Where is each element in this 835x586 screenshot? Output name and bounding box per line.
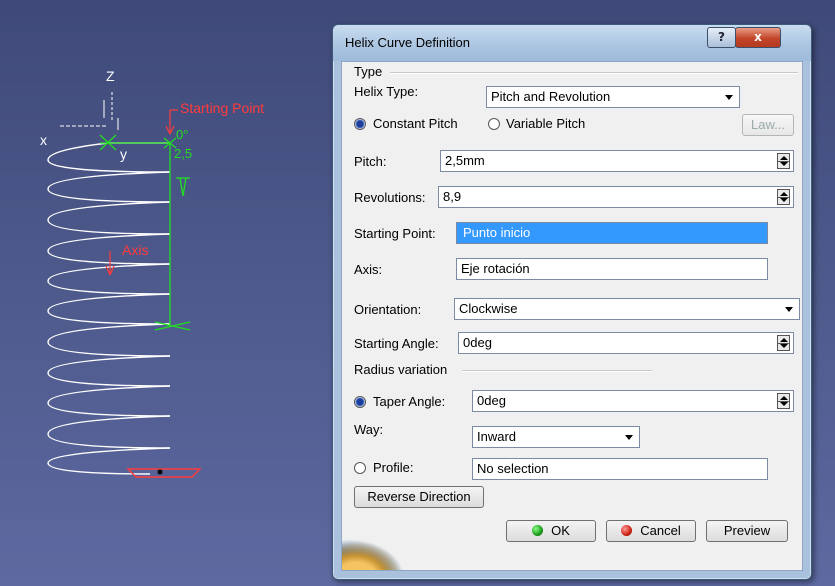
revolutions-spinner[interactable] [777, 189, 790, 205]
way-select[interactable]: Inward [472, 426, 640, 448]
taper-angle-label: Taper Angle: [373, 394, 446, 409]
profile-value: No selection [477, 461, 549, 476]
axis-value: Eje rotación [461, 261, 530, 276]
radius-variation-divider [462, 370, 652, 372]
dialog-body: Type Helix Type: Pitch and Revolution Co… [341, 61, 803, 571]
constant-pitch-label: Constant Pitch [373, 116, 458, 131]
axis-system [60, 92, 119, 130]
axis-field[interactable]: Eje rotación [456, 258, 768, 280]
starting-point-label: Starting Point: [354, 226, 436, 241]
starting-angle-field[interactable]: 0deg [458, 332, 794, 354]
revolutions-label: Revolutions: [354, 190, 426, 205]
way-value: Inward [477, 429, 517, 444]
law-button[interactable]: Law... [742, 114, 794, 136]
axis-annotation[interactable]: Axis [122, 242, 148, 258]
helix-coils [47, 142, 171, 475]
starting-angle-label: Starting Angle: [354, 336, 439, 351]
helix-curve-dialog: Helix Curve Definition ? x Type Helix Ty… [332, 24, 812, 580]
variable-pitch-label: Variable Pitch [506, 116, 586, 131]
profile-field[interactable]: No selection [472, 458, 768, 480]
orientation-select[interactable]: Clockwise [454, 298, 800, 320]
profile-label: Profile: [373, 460, 414, 475]
reverse-direction-button[interactable]: Reverse Direction [354, 486, 484, 508]
pitch-value: 2,5mm [445, 153, 485, 168]
dialog-title: Helix Curve Definition [345, 35, 470, 50]
ok-button[interactable]: OK [506, 520, 596, 542]
starting-angle-spinner[interactable] [777, 335, 790, 351]
dialog-titlebar[interactable]: Helix Curve Definition ? x [333, 25, 811, 61]
x-axis-label: x [40, 132, 47, 148]
chevron-down-icon [725, 95, 733, 100]
way-label: Way: [354, 422, 384, 437]
orientation-value: Clockwise [459, 301, 518, 316]
constant-pitch-radio[interactable] [354, 118, 366, 130]
preview-button[interactable]: Preview [706, 520, 788, 542]
y-axis-label: y [120, 146, 127, 162]
helix-geometry [47, 92, 202, 478]
ok-icon [532, 525, 544, 536]
radius-variation-group-label: Radius variation [354, 362, 448, 377]
help-button[interactable]: ? [707, 27, 736, 48]
app-logo [342, 534, 412, 570]
type-group-label: Type [354, 64, 383, 79]
starting-point-field[interactable]: Punto inicio [456, 222, 768, 244]
revolutions-value: 8,9 [443, 189, 462, 204]
chevron-down-icon [625, 435, 633, 440]
starting-point-value: Punto inicio [461, 225, 533, 240]
profile-radio[interactable] [354, 462, 366, 474]
starting-angle-value: 0deg [463, 335, 492, 350]
helix-type-label: Helix Type: [354, 84, 419, 99]
close-button[interactable]: x [735, 27, 781, 48]
pitch-label: Pitch: [354, 154, 387, 169]
cancel-button[interactable]: Cancel [606, 520, 696, 542]
helix-type-value: Pitch and Revolution [491, 89, 611, 104]
axis-label: Axis: [354, 262, 383, 277]
orientation-label: Orientation: [354, 302, 422, 317]
pitch-dimension: 2,5 [174, 146, 193, 161]
ok-label: OK [551, 523, 570, 538]
z-axis-label: Z [106, 68, 115, 84]
chevron-down-icon [785, 307, 793, 312]
taper-angle-field[interactable]: 0deg [472, 390, 794, 412]
taper-angle-radio[interactable] [354, 396, 366, 408]
starting-point-annotation[interactable]: Starting Point [180, 100, 264, 116]
taper-angle-spinner[interactable] [777, 393, 790, 409]
variable-pitch-radio[interactable] [488, 118, 500, 130]
pitch-field[interactable]: 2,5mm [440, 150, 794, 172]
revolutions-field[interactable]: 8,9 [438, 186, 794, 208]
helix-type-select[interactable]: Pitch and Revolution [486, 86, 740, 108]
type-group-divider [390, 72, 798, 74]
cancel-icon [621, 525, 633, 536]
profile-point [157, 469, 163, 475]
angle-annotation: 0° [176, 127, 189, 142]
cancel-label: Cancel [640, 523, 681, 538]
pitch-spinner[interactable] [777, 153, 790, 169]
taper-angle-value: 0deg [477, 393, 506, 408]
